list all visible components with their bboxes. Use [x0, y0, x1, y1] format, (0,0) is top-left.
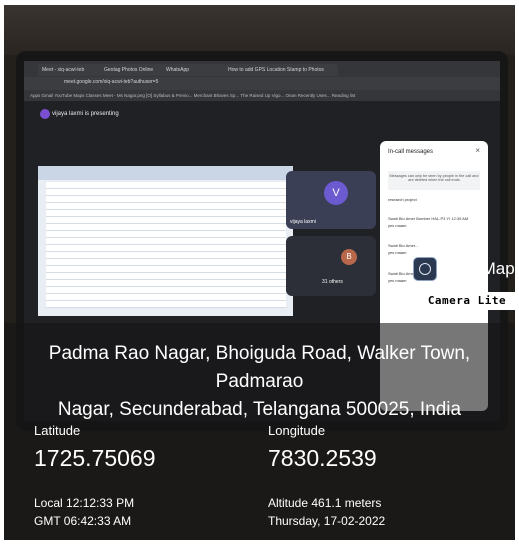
- browser-tab[interactable]: Meet - xiq-acwi-teb: [38, 64, 102, 76]
- longitude-label: Longitude: [268, 423, 326, 438]
- watermark-subtitle: Camera Lite: [415, 292, 519, 310]
- participant-name: vijaya laxmi: [290, 219, 316, 225]
- shared-screen: [38, 166, 293, 316]
- latitude-label: Latitude: [34, 423, 81, 438]
- browser-tab[interactable]: Geotag Photos Online: [100, 64, 164, 76]
- background-wall: [4, 5, 515, 55]
- spreadsheet-grid: [46, 182, 286, 308]
- chat-message: Swati Bio Amer Bomber HAL-P3 YI 12:39 AM: [388, 216, 469, 221]
- altitude-date-block: Altitude 461.1 meters Thursday, 17-02-20…: [268, 494, 385, 530]
- browser-tab[interactable]: How to add GPS Location Stamp to Photos: [224, 64, 338, 76]
- address-bar[interactable]: meet.google.com/xiq-acwi-teb?authuser=5: [24, 77, 500, 90]
- chat-message: yes maam: [388, 278, 407, 283]
- chat-note: Messages can only be seen by people in t…: [388, 171, 480, 190]
- spreadsheet-ribbon: [38, 166, 293, 180]
- app-watermark: GPS Map Camera Lite: [409, 255, 519, 311]
- chat-message: research project: [388, 197, 417, 202]
- others-count: 31 others: [322, 279, 343, 285]
- close-icon[interactable]: ×: [475, 146, 480, 155]
- longitude-value: 7830.2539: [268, 445, 377, 471]
- watermark-title: GPS Map: [441, 259, 515, 278]
- presenter-text: vijaya laxmi is presenting: [52, 111, 119, 117]
- altitude: Altitude 461.1 meters: [268, 496, 382, 510]
- address-line: Nagar, Secunderabad, Telangana 500025, I…: [57, 399, 462, 420]
- address-line: Padma Rao Nagar, Bhoiguda Road, Walker T…: [48, 343, 471, 392]
- location-address: Padma Rao Nagar, Bhoiguda Road, Walker T…: [4, 340, 515, 424]
- presenter-avatar: [40, 109, 50, 119]
- participant-avatar: V: [324, 181, 348, 205]
- browser-tabbar: Meet - xiq-acwi-teb Geotag Photos Online…: [24, 61, 500, 77]
- latitude-value: 1725.75069: [34, 445, 156, 471]
- bookmarks-bar[interactable]: Apps Gmail YouTube Maps Classes Meet - M…: [24, 90, 500, 101]
- chat-message: Swati Bio Amer...: [388, 243, 419, 248]
- chat-panel-title: In-call messages: [388, 149, 434, 155]
- chat-message: yes maam: [388, 250, 407, 255]
- gmt-time: GMT 06:42:33 AM: [34, 514, 132, 528]
- url-text: meet.google.com/xiq-acwi-teb?authuser=5: [64, 79, 159, 85]
- chat-message: yes maam: [388, 223, 407, 228]
- camera-lens-icon: [413, 257, 437, 281]
- local-time: Local 12:12:33 PM: [34, 496, 135, 510]
- date: Thursday, 17-02-2022: [268, 514, 386, 528]
- time-block: Local 12:12:33 PM GMT 06:42:33 AM: [34, 494, 134, 530]
- participant-avatar: B: [341, 249, 357, 265]
- browser-tab[interactable]: WhatsApp: [162, 64, 226, 76]
- others-tile[interactable]: [286, 236, 376, 296]
